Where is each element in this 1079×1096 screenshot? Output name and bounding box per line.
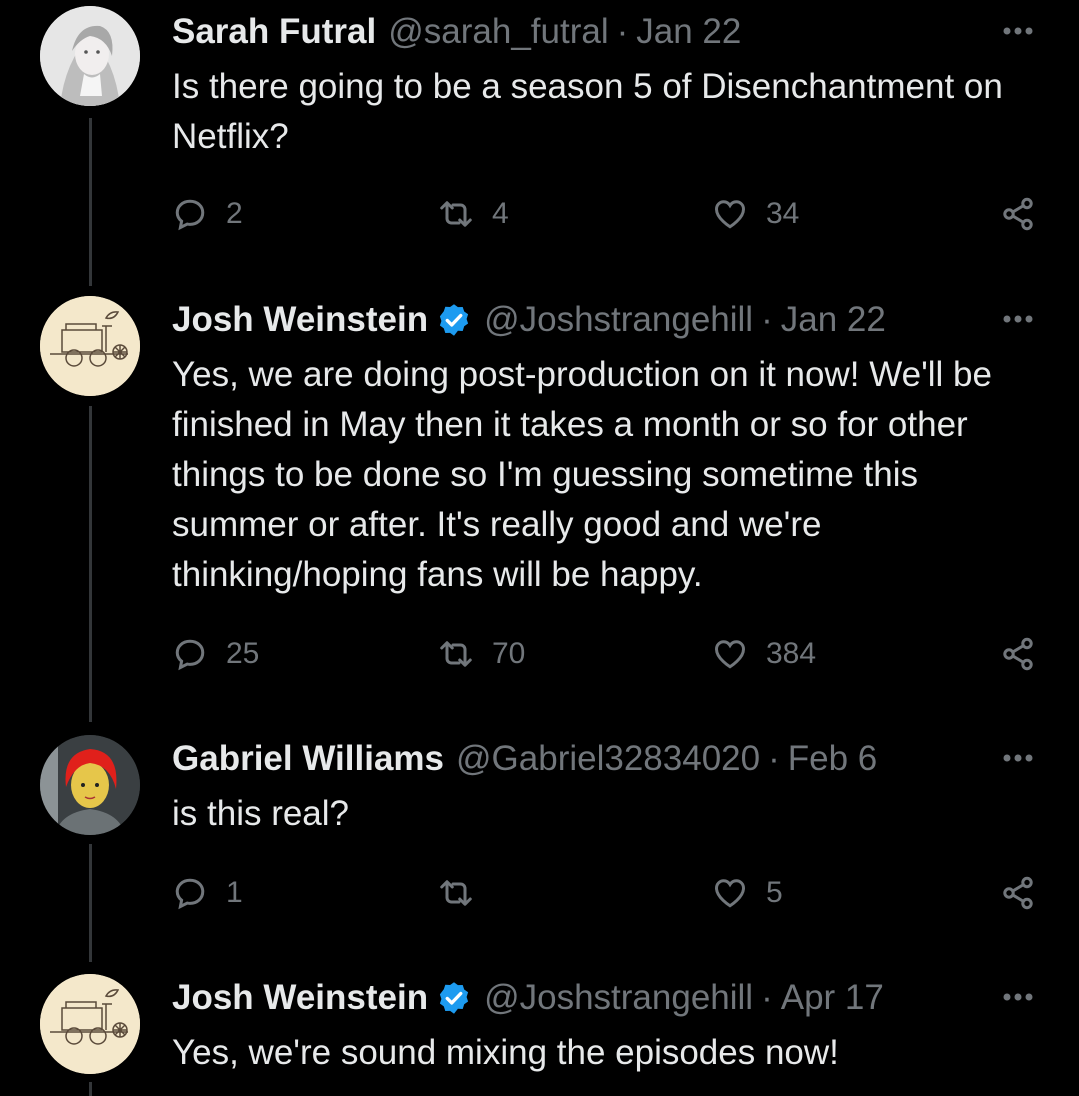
retweet-icon <box>438 196 474 232</box>
display-name[interactable]: Gabriel Williams <box>172 739 444 779</box>
more-icon[interactable] <box>999 16 1037 46</box>
avatar-photo <box>40 296 140 396</box>
reply-icon <box>172 875 208 911</box>
avatar-photo <box>40 974 140 1074</box>
share-icon <box>1000 875 1036 911</box>
retweet-icon <box>438 875 474 911</box>
tweet-date[interactable]: Apr 17 <box>781 978 884 1018</box>
like-count: 34 <box>766 197 800 230</box>
tweet[interactable]: Gabriel Williams @Gabriel32834020 · Feb … <box>0 735 1079 937</box>
like-button[interactable]: 384 <box>712 636 816 672</box>
like-button[interactable]: 34 <box>712 196 799 232</box>
tweet-actions: 25 70 384 <box>172 636 1042 676</box>
reply-count: 2 <box>226 197 243 230</box>
tweet-actions: 2 4 34 <box>172 196 1042 236</box>
reply-count: 1 <box>226 876 243 909</box>
display-name[interactable]: Sarah Futral <box>172 12 376 52</box>
heart-icon <box>712 636 748 672</box>
user-handle[interactable]: @Gabriel32834020 <box>456 739 760 779</box>
user-handle[interactable]: @Joshstrangehill <box>484 300 753 340</box>
reply-button[interactable]: 1 <box>172 875 243 911</box>
retweet-button[interactable]: 70 <box>438 636 525 672</box>
reply-button[interactable]: 25 <box>172 636 259 672</box>
tweet[interactable]: Josh Weinstein @Joshstrangehill · Jan 22… <box>0 296 1079 718</box>
tweet-date[interactable]: Jan 22 <box>781 300 886 340</box>
like-count: 384 <box>766 637 817 670</box>
tweet-text: is this real? <box>172 794 350 833</box>
separator-dot: · <box>616 12 629 51</box>
avatar[interactable] <box>40 974 140 1074</box>
retweet-button[interactable] <box>438 875 492 911</box>
avatar[interactable] <box>40 6 140 106</box>
tweet-header: Josh Weinstein @Joshstrangehill · Jan 22 <box>172 298 886 342</box>
avatar-photo <box>40 6 140 106</box>
retweet-count: 70 <box>492 637 526 670</box>
tweet-date[interactable]: Jan 22 <box>636 12 741 52</box>
tweet-header: Gabriel Williams @Gabriel32834020 · Feb … <box>172 737 877 781</box>
heart-icon <box>712 196 748 232</box>
share-button[interactable] <box>1000 875 1036 911</box>
like-count: 5 <box>766 876 783 909</box>
tweet-text: Is there going to be a season 5 of Disen… <box>172 67 1003 156</box>
retweet-button[interactable]: 4 <box>438 196 509 232</box>
separator-dot: · <box>761 300 773 339</box>
avatar-photo <box>40 735 140 835</box>
share-button[interactable] <box>1000 636 1036 672</box>
more-icon[interactable] <box>999 982 1037 1012</box>
reply-icon <box>172 636 208 672</box>
heart-icon <box>712 875 748 911</box>
user-handle[interactable]: @sarah_futral <box>388 12 608 52</box>
tweet[interactable]: Josh Weinstein @Joshstrangehill · Apr 17… <box>0 974 1079 1096</box>
display-name[interactable]: Josh Weinstein <box>172 300 428 340</box>
retweet-count: 4 <box>492 197 509 230</box>
display-name[interactable]: Josh Weinstein <box>172 978 428 1018</box>
share-icon <box>1000 196 1036 232</box>
tweet-date[interactable]: Feb 6 <box>788 739 878 779</box>
verified-badge-icon <box>436 302 472 338</box>
share-icon <box>1000 636 1036 672</box>
tweet-text: Yes, we are doing post-production on it … <box>172 355 992 594</box>
more-icon[interactable] <box>999 743 1037 773</box>
separator-dot: · <box>768 739 780 778</box>
share-button[interactable] <box>1000 196 1036 232</box>
like-button[interactable]: 5 <box>712 875 783 911</box>
more-icon[interactable] <box>999 304 1037 334</box>
reply-button[interactable]: 2 <box>172 196 243 232</box>
tweet-actions: 1 5 <box>172 875 1042 915</box>
avatar[interactable] <box>40 296 140 396</box>
reply-count: 25 <box>226 637 260 670</box>
reply-icon <box>172 196 208 232</box>
verified-badge-icon <box>436 980 472 1016</box>
tweet-header: Sarah Futral @sarah_futral · Jan 22 <box>172 10 741 54</box>
user-handle[interactable]: @Joshstrangehill <box>484 978 753 1018</box>
tweet-text: Yes, we're sound mixing the episodes now… <box>172 1033 839 1072</box>
tweet[interactable]: Sarah Futral @sarah_futral · Jan 22 Is t… <box>0 6 1079 280</box>
separator-dot: · <box>761 978 773 1017</box>
retweet-icon <box>438 636 474 672</box>
tweet-header: Josh Weinstein @Joshstrangehill · Apr 17 <box>172 976 884 1020</box>
avatar[interactable] <box>40 735 140 835</box>
